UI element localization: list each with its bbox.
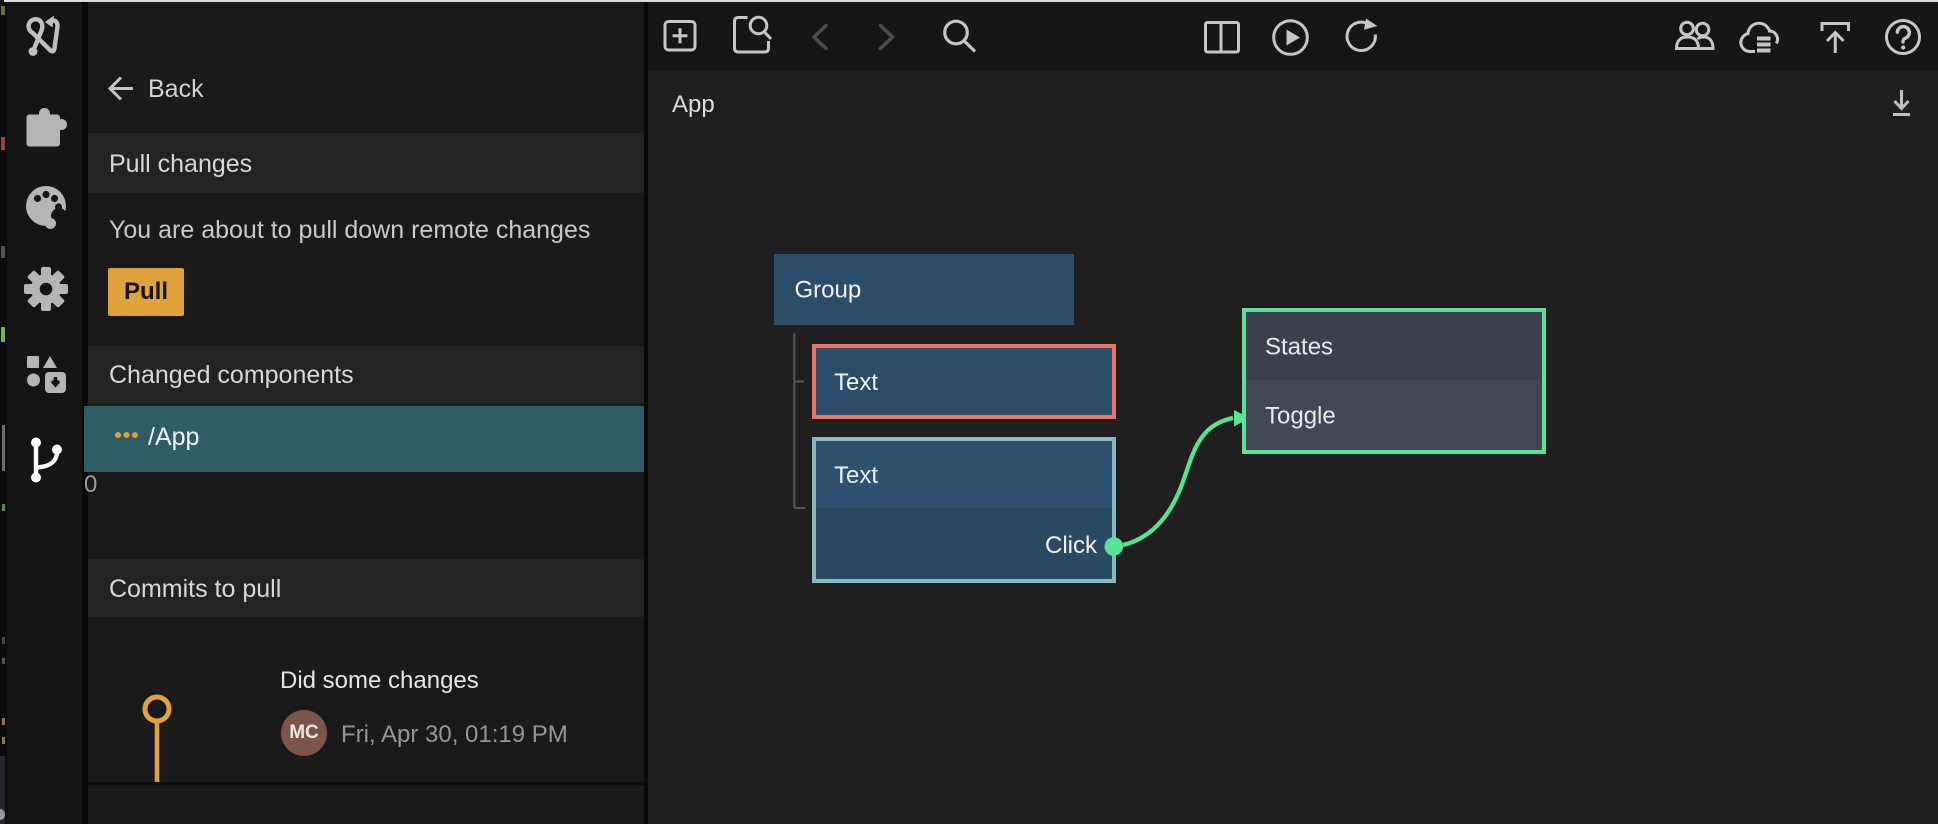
- svg-text:States: States: [1265, 334, 1333, 361]
- svg-text:Toggle: Toggle: [1265, 403, 1336, 430]
- svg-text:Click: Click: [1045, 532, 1098, 559]
- svg-text:Text: Text: [834, 369, 878, 396]
- svg-text:Group: Group: [795, 277, 862, 304]
- svg-text:Text: Text: [834, 462, 878, 489]
